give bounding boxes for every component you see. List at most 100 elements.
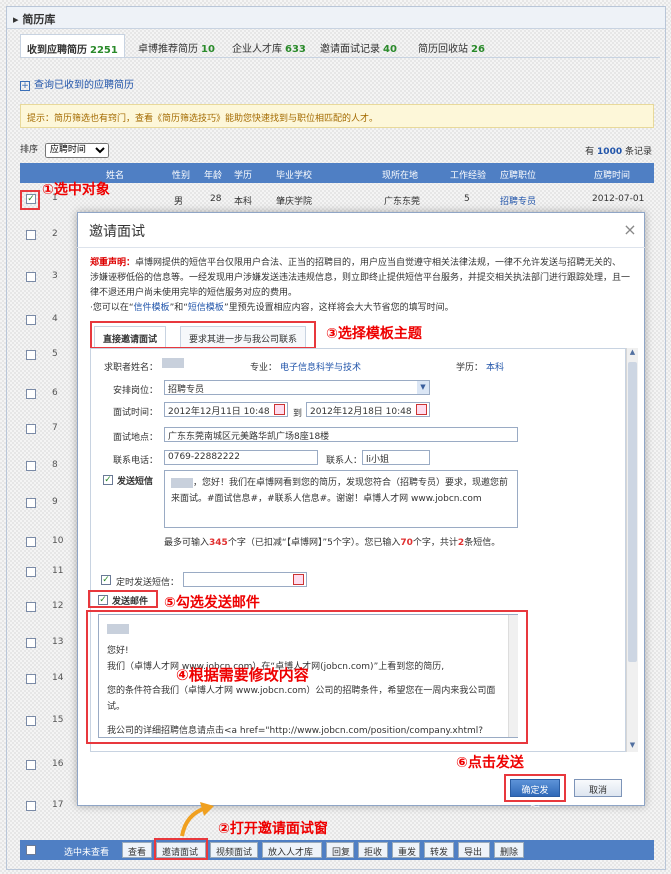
calendar-icon[interactable]: [416, 404, 427, 415]
position-label: 安排岗位：: [112, 386, 158, 396]
row-number: 14: [52, 673, 64, 683]
major-label: 专业：: [250, 363, 278, 373]
query-link-text: 查询已收到的应聘简历: [34, 80, 134, 91]
row-checkbox[interactable]: [26, 272, 36, 282]
row-school: 肇庆学院: [276, 197, 313, 207]
footer-button[interactable]: 回复: [326, 842, 354, 858]
footer-button[interactable]: 导出: [458, 842, 490, 858]
tab-count: 2251: [90, 45, 118, 56]
dialog-titlebar: 邀请面试 ×: [77, 212, 645, 248]
tab-interview-records[interactable]: 邀请面试记录 40: [314, 34, 403, 58]
row-checkbox[interactable]: [26, 602, 36, 612]
place-label: 面试地点：: [112, 433, 158, 443]
row-number: 16: [52, 759, 64, 769]
tab-recommended[interactable]: 卓博推荐简历 10: [132, 34, 221, 58]
tab-count: 10: [201, 44, 215, 55]
row-checkbox[interactable]: [26, 350, 36, 360]
select-unread-link[interactable]: 选中未查看: [64, 845, 109, 858]
col-sex[interactable]: 性别: [172, 168, 190, 181]
sms-template-link[interactable]: 短信模板: [188, 303, 224, 313]
row-checkbox[interactable]: [26, 760, 36, 770]
row-number: 17: [52, 800, 64, 810]
row-checkbox[interactable]: [26, 537, 36, 547]
tab-count: 633: [285, 44, 306, 55]
footer-button[interactable]: 删除: [494, 842, 524, 858]
scroll-up-icon[interactable]: ▲: [627, 348, 638, 359]
scroll-down-icon[interactable]: ▼: [627, 741, 638, 752]
col-job[interactable]: 应聘职位: [500, 168, 536, 181]
row-experience: 5: [464, 194, 470, 204]
annotation-edit: ④根据需要修改内容: [176, 666, 309, 684]
notice-text: 卓博网提供的短信平台仅限用户合法、正当的招聘目的，用户应当自觉遵守相关法律法规，…: [90, 258, 631, 298]
applicant-name: [162, 358, 184, 369]
row-checkbox[interactable]: [26, 674, 36, 684]
query-link[interactable]: + 查询已收到的应聘简历: [20, 76, 134, 91]
scroll-thumb[interactable]: [628, 362, 637, 662]
major-value: 电子信息科学与技术: [280, 363, 362, 373]
letter-template-link[interactable]: 信件模板: [134, 303, 170, 313]
col-date[interactable]: 应聘时间: [594, 168, 630, 181]
tab-talent-pool[interactable]: 企业人才库 633: [226, 34, 312, 58]
close-icon[interactable]: ×: [615, 212, 645, 248]
row-checkbox[interactable]: [26, 424, 36, 434]
calendar-icon[interactable]: [293, 574, 304, 585]
row-checkbox[interactable]: [26, 461, 36, 471]
footer-button[interactable]: 转发: [424, 842, 454, 858]
annotation-select: ①选中对象: [42, 182, 110, 198]
footer-button[interactable]: 查看: [122, 842, 152, 858]
footer-button[interactable]: 放入人才库: [262, 842, 322, 858]
col-school[interactable]: 毕业学校: [276, 168, 312, 181]
select-all-checkbox[interactable]: [26, 845, 36, 855]
row-checkbox[interactable]: [26, 801, 36, 811]
row-checkbox[interactable]: [26, 315, 36, 325]
timer-input[interactable]: [183, 572, 307, 587]
row-job[interactable]: 招聘专员: [500, 194, 536, 207]
page-title-text: 简历库: [22, 13, 56, 26]
time-to-input[interactable]: 2012年12月18日 10:48: [306, 402, 430, 417]
row-checkbox[interactable]: [26, 498, 36, 508]
row-checkbox[interactable]: [26, 638, 36, 648]
sms-text: ，您好！我们在卓博网看到您的简历，发现您符合（招聘专员）要求，现邀您前来面试。#…: [171, 478, 509, 504]
row-number: 6: [52, 388, 58, 398]
total-count: 1000: [597, 147, 623, 157]
sms-checkbox[interactable]: ✓: [103, 475, 113, 485]
row-checkbox[interactable]: [26, 230, 36, 240]
footer-button[interactable]: 视频面试: [210, 842, 258, 858]
col-location[interactable]: 现所在地: [382, 168, 418, 181]
col-experience[interactable]: 工作经验: [450, 168, 486, 181]
footer-button[interactable]: 拒收: [358, 842, 388, 858]
footer-button[interactable]: 重发: [392, 842, 420, 858]
tab-label: 收到应聘简历: [27, 45, 87, 56]
calendar-icon[interactable]: [274, 404, 285, 415]
row-checkbox[interactable]: [26, 389, 36, 399]
sms-note: 条短信。: [464, 538, 501, 548]
position-value: 招聘专员: [168, 385, 205, 395]
tab-received[interactable]: 收到应聘简历 2251: [20, 34, 125, 58]
contact-input[interactable]: li小姐: [362, 450, 430, 465]
sms-textarea[interactable]: ，您好！我们在卓博网看到您的简历，发现您符合（招聘专员）要求，现邀您前来面试。#…: [164, 470, 518, 528]
place-input[interactable]: 广东东莞南城区元美路华凯广场8座18楼: [164, 427, 518, 442]
cancel-button[interactable]: 取消: [574, 779, 622, 797]
legal-notice: 郑重声明：卓博网提供的短信平台仅限用户合法、正当的招聘目的，用户应当自觉遵守相关…: [90, 258, 631, 313]
row-number: 2: [52, 229, 58, 239]
row-checkbox[interactable]: [26, 716, 36, 726]
sms-note: 个字（已扣减“【卓博网】”5个字）。您已输入: [227, 538, 401, 548]
col-edu[interactable]: 学历: [234, 168, 252, 181]
time-to-label: 到: [293, 409, 303, 419]
tab-label: 简历回收站: [418, 44, 468, 55]
position-select[interactable]: 招聘专员 ▼: [164, 380, 430, 395]
col-age[interactable]: 年龄: [204, 168, 222, 181]
timer-checkbox[interactable]: ✓: [101, 575, 111, 585]
sms-note: 个字，共计: [412, 538, 458, 548]
tab-recycle-bin[interactable]: 简历回收站 26: [412, 34, 491, 58]
sort-select[interactable]: 应聘时间: [44, 142, 109, 158]
phone-input[interactable]: 0769-22882222: [164, 450, 318, 465]
row-number: 4: [52, 314, 58, 324]
row-number: 9: [52, 497, 58, 507]
table-header: 姓名 性别 年龄 学历 毕业学校 现所在地 工作经验 应聘职位 应聘时间: [20, 163, 654, 183]
row-edu: 本科: [234, 197, 253, 207]
row-checkbox[interactable]: [26, 567, 36, 577]
time-from-input[interactable]: 2012年12月11日 10:48: [164, 402, 288, 417]
tab-bar: 收到应聘简历 2251 卓博推荐简历 10 企业人才库 633 邀请面试记录 40 简历…: [20, 34, 660, 58]
dialog-scrollbar[interactable]: ▲ ▼: [626, 348, 638, 752]
